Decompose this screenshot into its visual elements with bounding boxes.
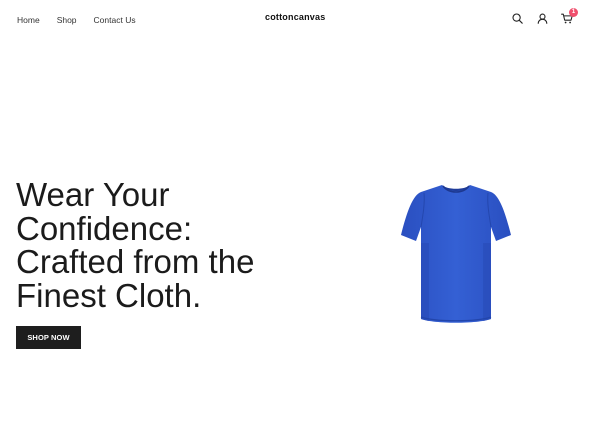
hero-title: Wear Your Confidence: Crafted from the F… <box>16 178 316 312</box>
cart-count-badge: 1 <box>569 8 578 17</box>
header-icons: 1 <box>511 8 578 25</box>
cart-icon[interactable]: 1 <box>561 8 578 25</box>
nav-contact-us[interactable]: Contact Us <box>94 14 136 26</box>
main-nav: Home Shop Contact Us <box>17 14 136 26</box>
hero-title-line: Finest Cloth. <box>16 276 202 314</box>
nav-shop[interactable]: Shop <box>57 14 77 26</box>
shop-now-button[interactable]: SHOP NOW <box>16 326 81 349</box>
product-image-tshirt[interactable] <box>399 183 513 326</box>
hero-title-line: Confidence: <box>16 209 193 247</box>
brand-logo[interactable]: cottoncanvas <box>265 12 325 22</box>
search-icon[interactable] <box>511 12 523 25</box>
hero-title-line: Wear Your <box>16 176 170 213</box>
hero-title-line: Crafted from the <box>16 243 255 280</box>
nav-home[interactable]: Home <box>17 14 40 26</box>
site-header: Home Shop Contact Us cottoncanvas 1 <box>0 0 589 40</box>
user-icon[interactable] <box>536 12 548 25</box>
